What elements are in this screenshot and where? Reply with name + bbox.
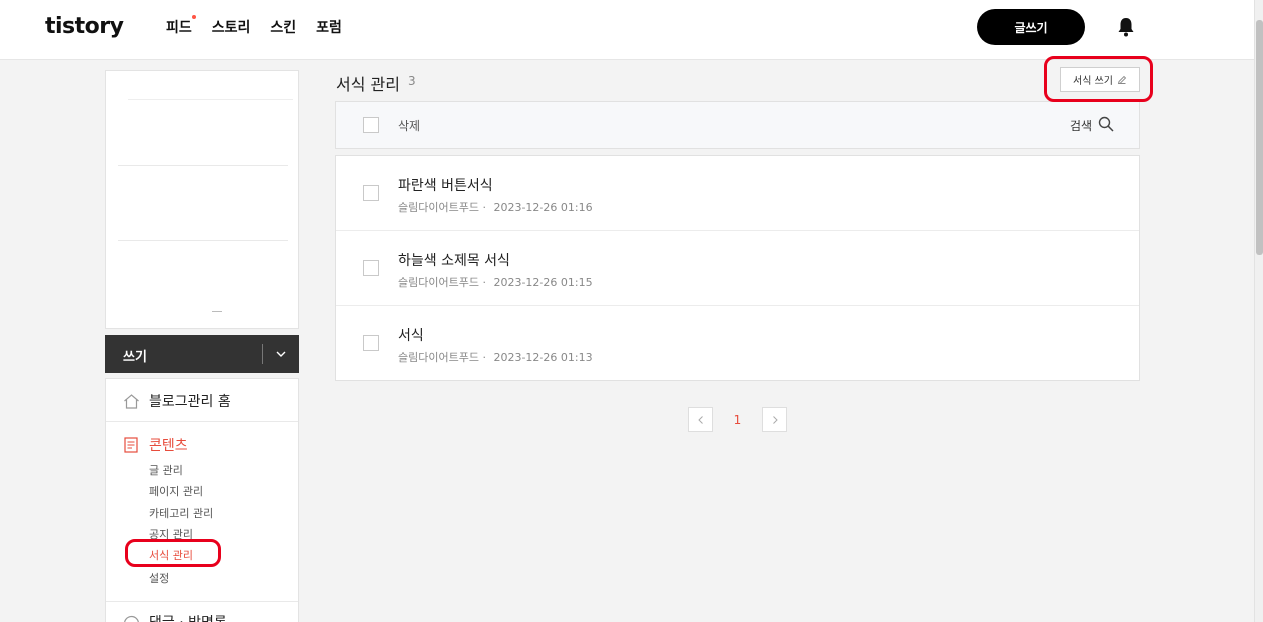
tistory-logo[interactable]: tistory (45, 14, 124, 39)
item-title[interactable]: 하늘색 소제목 서식 (398, 250, 510, 270)
item-date: 2023-12-26 01:15 (493, 276, 593, 289)
top-header: tistory 피드 스토리 스킨 포럼 글쓰기 (0, 0, 1254, 60)
item-checkbox[interactable] (363, 185, 379, 201)
list-toolbar: 삭제 검색 (335, 101, 1140, 149)
nav-story[interactable]: 스토리 (212, 17, 251, 37)
chevron-down-icon[interactable] (274, 347, 288, 361)
sidebar-section-label[interactable]: 콘텐츠 (149, 435, 188, 455)
item-author: 슬림다이어트푸드 (398, 276, 479, 289)
delete-button[interactable]: 삭제 (398, 117, 420, 134)
blog-profile-box (105, 70, 299, 329)
search-button[interactable]: 검색 (1070, 117, 1092, 134)
home-icon (124, 394, 139, 409)
item-meta: 슬림다이어트푸드 · 2023-12-26 01:13 (398, 349, 593, 365)
next-page-button[interactable] (762, 407, 787, 432)
list-item: 하늘색 소제목 서식 슬림다이어트푸드 · 2023-12-26 01:15 (336, 231, 1139, 306)
pagination: 1 (688, 407, 787, 432)
sidebar-item-pages[interactable]: 페이지 관리 (149, 483, 203, 499)
item-count: 3 (408, 74, 416, 88)
write-dropdown[interactable]: 쓰기 (105, 335, 299, 373)
page-title: 서식 관리 (336, 75, 400, 94)
sidebar-item-blog-home[interactable]: 블로그관리 홈 (106, 379, 298, 422)
template-list: 파란색 버튼서식 슬림다이어트푸드 · 2023-12-26 01:16 하늘색… (335, 155, 1140, 381)
select-all-checkbox[interactable] (363, 117, 379, 133)
divider (118, 165, 288, 166)
bell-icon[interactable] (1116, 16, 1136, 38)
top-nav: 피드 스토리 스킨 포럼 (166, 15, 342, 37)
highlight-new-template-button (1044, 56, 1153, 102)
page-scrollbar[interactable] (1254, 0, 1263, 622)
item-date: 2023-12-26 01:16 (493, 201, 593, 214)
dropdown-separator (262, 344, 263, 364)
list-item: 파란색 버튼서식 슬림다이어트푸드 · 2023-12-26 01:16 (336, 156, 1139, 231)
item-author: 슬림다이어트푸드 (398, 351, 479, 364)
item-checkbox[interactable] (363, 260, 379, 276)
meta-separator: · (482, 276, 486, 289)
document-icon (124, 437, 138, 453)
item-author: 슬림다이어트푸드 (398, 201, 479, 214)
nav-skin[interactable]: 스킨 (270, 17, 296, 37)
placeholder-line (128, 99, 293, 100)
meta-separator: · (482, 201, 486, 214)
item-title[interactable]: 파란색 버튼서식 (398, 175, 493, 195)
highlight-templates-menu (125, 539, 221, 567)
sidebar-item-label: 블로그관리 홈 (149, 394, 231, 410)
sidebar-item-categories[interactable]: 카테고리 관리 (149, 505, 213, 521)
placeholder-dash (212, 311, 222, 312)
scrollbar-thumb[interactable] (1256, 20, 1263, 255)
new-dot-badge (192, 15, 196, 19)
meta-separator: · (482, 351, 486, 364)
prev-page-button[interactable] (688, 407, 713, 432)
item-date: 2023-12-26 01:13 (493, 351, 593, 364)
divider (106, 601, 298, 602)
item-title[interactable]: 서식 (398, 325, 424, 345)
nav-feed[interactable]: 피드 (166, 17, 192, 37)
write-post-button[interactable]: 글쓰기 (977, 9, 1085, 45)
chevron-left-icon (697, 415, 703, 424)
page-number-current[interactable]: 1 (713, 413, 762, 427)
write-dropdown-label: 쓰기 (123, 350, 147, 365)
item-checkbox[interactable] (363, 335, 379, 351)
sidebar-menu: 블로그관리 홈 콘텐츠 글 관리 페이지 관리 카테고리 관리 공지 관리 서식… (105, 378, 299, 622)
item-meta: 슬림다이어트푸드 · 2023-12-26 01:15 (398, 274, 593, 290)
comment-icon (124, 615, 139, 622)
sidebar-item-posts[interactable]: 글 관리 (149, 462, 183, 478)
nav-forum[interactable]: 포럼 (316, 17, 342, 37)
sidebar-section-label[interactable]: 댓글 · 방명록 (149, 612, 227, 622)
divider (118, 240, 288, 241)
search-icon[interactable] (1098, 116, 1114, 132)
chevron-right-icon (772, 415, 778, 424)
list-item: 서식 슬림다이어트푸드 · 2023-12-26 01:13 (336, 306, 1139, 381)
sidebar-item-settings[interactable]: 설정 (149, 570, 169, 586)
item-meta: 슬림다이어트푸드 · 2023-12-26 01:16 (398, 199, 593, 215)
